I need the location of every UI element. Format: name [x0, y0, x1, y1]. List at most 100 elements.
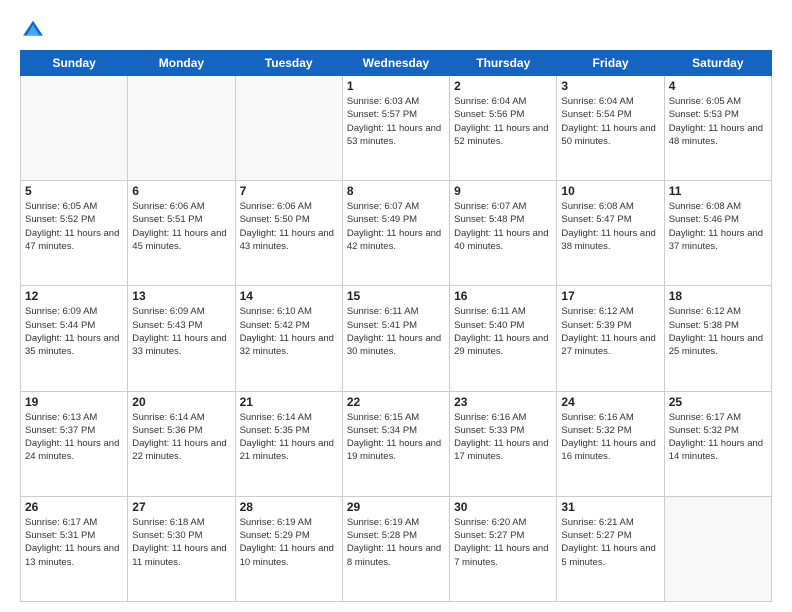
day-info: Sunrise: 6:06 AMSunset: 5:51 PMDaylight:…: [132, 200, 230, 253]
calendar-cell: [664, 496, 771, 601]
day-number: 15: [347, 289, 445, 303]
calendar-cell: 5 Sunrise: 6:05 AMSunset: 5:52 PMDaylight…: [21, 181, 128, 286]
day-info: Sunrise: 6:19 AMSunset: 5:29 PMDaylight:…: [240, 516, 338, 569]
calendar-cell: [21, 76, 128, 181]
calendar-cell: 10Sunrise: 6:08 AMSunset: 5:47 PMDayligh…: [557, 181, 664, 286]
calendar-cell: 21 Sunrise: 6:14 AMSunset: 5:35 PMDayligh…: [235, 391, 342, 496]
day-number: 20: [132, 395, 230, 409]
day-info: Sunrise: 6:04 AMSunset: 5:56 PMDaylight:…: [454, 95, 552, 148]
day-number: 19: [25, 395, 123, 409]
calendar-cell: 11 Sunrise: 6:08 AMSunset: 5:46 PMDayligh…: [664, 181, 771, 286]
calendar-week-row: 1Sunrise: 6:03 AMSunset: 5:57 PMDaylight…: [21, 76, 772, 181]
day-number: 1: [347, 79, 445, 93]
calendar-cell: 4 Sunrise: 6:05 AMSunset: 5:53 PMDaylight…: [664, 76, 771, 181]
day-info: Sunrise: 6:16 AMSunset: 5:32 PMDaylight:…: [561, 411, 659, 464]
day-info: Sunrise: 6:21 AMSunset: 5:27 PMDaylight:…: [561, 516, 659, 569]
day-of-week-header: Tuesday: [235, 51, 342, 76]
day-info: Sunrise: 6:09 AMSunset: 5:43 PMDaylight:…: [132, 305, 230, 358]
calendar-cell: 27 Sunrise: 6:18 AMSunset: 5:30 PMDayligh…: [128, 496, 235, 601]
day-info: Sunrise: 6:05 AMSunset: 5:53 PMDaylight:…: [669, 95, 767, 148]
day-info: Sunrise: 6:05 AMSunset: 5:52 PMDaylight:…: [25, 200, 123, 253]
day-info: Sunrise: 6:09 AMSunset: 5:44 PMDaylight:…: [25, 305, 123, 358]
page: SundayMondayTuesdayWednesdayThursdayFrid…: [0, 0, 792, 612]
day-number: 21: [240, 395, 338, 409]
calendar-cell: 9 Sunrise: 6:07 AMSunset: 5:48 PMDaylight…: [450, 181, 557, 286]
calendar-cell: [128, 76, 235, 181]
calendar-cell: 1Sunrise: 6:03 AMSunset: 5:57 PMDaylight…: [342, 76, 449, 181]
day-info: Sunrise: 6:14 AMSunset: 5:35 PMDaylight:…: [240, 411, 338, 464]
day-number: 5: [25, 184, 123, 198]
calendar-cell: 28Sunrise: 6:19 AMSunset: 5:29 PMDayligh…: [235, 496, 342, 601]
day-info: Sunrise: 6:15 AMSunset: 5:34 PMDaylight:…: [347, 411, 445, 464]
day-info: Sunrise: 6:08 AMSunset: 5:46 PMDaylight:…: [669, 200, 767, 253]
day-of-week-header: Wednesday: [342, 51, 449, 76]
day-of-week-header: Sunday: [21, 51, 128, 76]
calendar-week-row: 19 Sunrise: 6:13 AMSunset: 5:37 PMDayligh…: [21, 391, 772, 496]
day-of-week-header: Friday: [557, 51, 664, 76]
day-number: 22: [347, 395, 445, 409]
calendar-cell: 29 Sunrise: 6:19 AMSunset: 5:28 PMDayligh…: [342, 496, 449, 601]
calendar-cell: 16Sunrise: 6:11 AMSunset: 5:40 PMDayligh…: [450, 286, 557, 391]
day-of-week-header: Monday: [128, 51, 235, 76]
calendar-cell: 17Sunrise: 6:12 AMSunset: 5:39 PMDayligh…: [557, 286, 664, 391]
day-number: 11: [669, 184, 767, 198]
calendar-table: SundayMondayTuesdayWednesdayThursdayFrid…: [20, 50, 772, 602]
calendar-cell: 18 Sunrise: 6:12 AMSunset: 5:38 PMDayligh…: [664, 286, 771, 391]
logo: [20, 18, 44, 40]
day-number: 9: [454, 184, 552, 198]
day-of-week-header: Saturday: [664, 51, 771, 76]
calendar-cell: 30Sunrise: 6:20 AMSunset: 5:27 PMDayligh…: [450, 496, 557, 601]
day-number: 10: [561, 184, 659, 198]
day-number: 8: [347, 184, 445, 198]
day-number: 26: [25, 500, 123, 514]
day-info: Sunrise: 6:12 AMSunset: 5:39 PMDaylight:…: [561, 305, 659, 358]
day-info: Sunrise: 6:18 AMSunset: 5:30 PMDaylight:…: [132, 516, 230, 569]
day-number: 16: [454, 289, 552, 303]
day-info: Sunrise: 6:19 AMSunset: 5:28 PMDaylight:…: [347, 516, 445, 569]
calendar-cell: 25Sunrise: 6:17 AMSunset: 5:32 PMDayligh…: [664, 391, 771, 496]
calendar-cell: 12 Sunrise: 6:09 AMSunset: 5:44 PMDayligh…: [21, 286, 128, 391]
calendar-cell: 15 Sunrise: 6:11 AMSunset: 5:41 PMDayligh…: [342, 286, 449, 391]
calendar-cell: 20 Sunrise: 6:14 AMSunset: 5:36 PMDayligh…: [128, 391, 235, 496]
calendar-cell: 6 Sunrise: 6:06 AMSunset: 5:51 PMDaylight…: [128, 181, 235, 286]
day-number: 6: [132, 184, 230, 198]
calendar-cell: 26 Sunrise: 6:17 AMSunset: 5:31 PMDayligh…: [21, 496, 128, 601]
day-info: Sunrise: 6:11 AMSunset: 5:41 PMDaylight:…: [347, 305, 445, 358]
logo-text: [20, 18, 44, 40]
day-info: Sunrise: 6:16 AMSunset: 5:33 PMDaylight:…: [454, 411, 552, 464]
day-number: 18: [669, 289, 767, 303]
calendar-cell: 14 Sunrise: 6:10 AMSunset: 5:42 PMDayligh…: [235, 286, 342, 391]
day-info: Sunrise: 6:07 AMSunset: 5:49 PMDaylight:…: [347, 200, 445, 253]
day-info: Sunrise: 6:12 AMSunset: 5:38 PMDaylight:…: [669, 305, 767, 358]
day-number: 31: [561, 500, 659, 514]
day-info: Sunrise: 6:17 AMSunset: 5:31 PMDaylight:…: [25, 516, 123, 569]
calendar-cell: 8 Sunrise: 6:07 AMSunset: 5:49 PMDaylight…: [342, 181, 449, 286]
calendar-cell: 31 Sunrise: 6:21 AMSunset: 5:27 PMDayligh…: [557, 496, 664, 601]
day-number: 27: [132, 500, 230, 514]
logo-icon: [22, 18, 44, 40]
calendar-header-row: SundayMondayTuesdayWednesdayThursdayFrid…: [21, 51, 772, 76]
day-info: Sunrise: 6:14 AMSunset: 5:36 PMDaylight:…: [132, 411, 230, 464]
day-number: 29: [347, 500, 445, 514]
day-number: 13: [132, 289, 230, 303]
day-info: Sunrise: 6:04 AMSunset: 5:54 PMDaylight:…: [561, 95, 659, 148]
day-number: 14: [240, 289, 338, 303]
day-number: 4: [669, 79, 767, 93]
calendar-week-row: 5 Sunrise: 6:05 AMSunset: 5:52 PMDaylight…: [21, 181, 772, 286]
day-number: 25: [669, 395, 767, 409]
day-info: Sunrise: 6:13 AMSunset: 5:37 PMDaylight:…: [25, 411, 123, 464]
day-number: 24: [561, 395, 659, 409]
day-info: Sunrise: 6:10 AMSunset: 5:42 PMDaylight:…: [240, 305, 338, 358]
header: [20, 18, 772, 40]
calendar-cell: 3Sunrise: 6:04 AMSunset: 5:54 PMDaylight…: [557, 76, 664, 181]
calendar-cell: 22 Sunrise: 6:15 AMSunset: 5:34 PMDayligh…: [342, 391, 449, 496]
day-of-week-header: Thursday: [450, 51, 557, 76]
calendar-cell: 23Sunrise: 6:16 AMSunset: 5:33 PMDayligh…: [450, 391, 557, 496]
calendar-cell: [235, 76, 342, 181]
calendar-week-row: 26 Sunrise: 6:17 AMSunset: 5:31 PMDayligh…: [21, 496, 772, 601]
day-info: Sunrise: 6:07 AMSunset: 5:48 PMDaylight:…: [454, 200, 552, 253]
calendar-cell: 13 Sunrise: 6:09 AMSunset: 5:43 PMDayligh…: [128, 286, 235, 391]
calendar-cell: 19 Sunrise: 6:13 AMSunset: 5:37 PMDayligh…: [21, 391, 128, 496]
day-number: 30: [454, 500, 552, 514]
day-number: 12: [25, 289, 123, 303]
